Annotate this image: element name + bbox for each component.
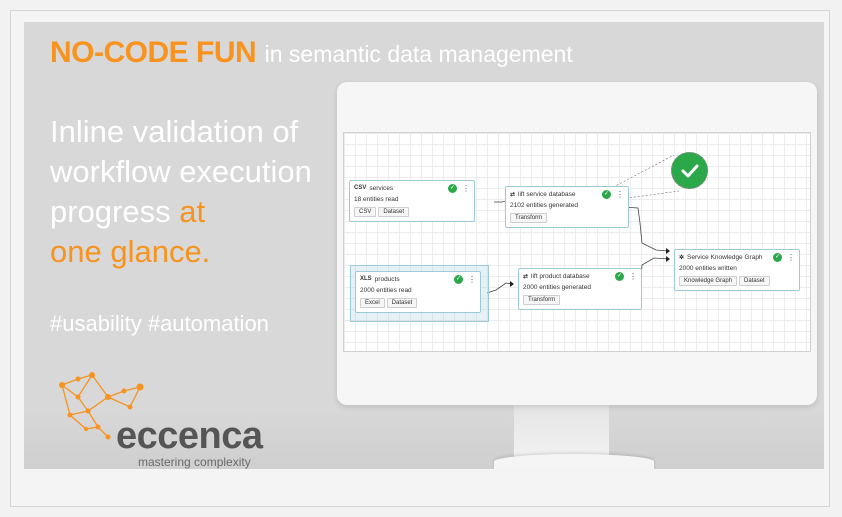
kebab-menu-icon[interactable]: ⋮ [616, 190, 624, 199]
node-title: lift product database [531, 272, 590, 280]
headline-rest: in semantic data management [264, 41, 573, 67]
transform-icon: ⇄ [523, 273, 529, 280]
hashtags: #usability #automation [50, 311, 269, 336]
kebab-menu-icon[interactable]: ⋮ [787, 253, 795, 262]
workflow-node-products[interactable]: XLS products ✓ ⋮ 2000 entities read Exce… [355, 271, 481, 313]
kebab-menu-icon[interactable]: ⋮ [462, 184, 470, 193]
monitor-base [494, 454, 654, 469]
knowledge-graph-icon: ✲ [679, 254, 685, 261]
eccenca-logo: eccenca mastering complexity [48, 367, 288, 469]
kebab-menu-icon[interactable]: ⋮ [629, 272, 637, 281]
node-tag: Dataset [739, 276, 770, 286]
workflow-node-lift-product-database[interactable]: ⇄ lift product database ✓ ⋮ 2000 entitie… [518, 268, 642, 310]
headline: NO-CODE FUN in semantic data management [50, 36, 573, 70]
workflow-node-services[interactable]: CSV services ✓ ⋮ 18 entities read CSV Da… [349, 180, 475, 222]
check-circle-icon: ✓ [602, 189, 611, 199]
arrow-head-2 [510, 281, 514, 287]
csv-icon: CSV [354, 185, 367, 191]
monitor: CSV services ✓ ⋮ 18 entities read CSV Da… [337, 82, 817, 405]
tagline-line-3-orange: at [179, 194, 206, 229]
node-tag: CSV [354, 207, 377, 217]
node-title: Service Knowledge Graph [687, 253, 763, 261]
node-entity-count: 18 entities read [354, 196, 399, 203]
workflow-node-lift-service-database[interactable]: ⇄ lift service database ✓ ⋮ 2102 entitie… [505, 186, 629, 228]
headline-highlight: NO-CODE FUN [50, 36, 257, 69]
connection-lift-service-kg [622, 206, 670, 252]
tagline-line-3: progress at [50, 192, 350, 232]
node-tag: Knowledge Graph [679, 276, 738, 286]
node-title: services [369, 184, 394, 192]
check-circle-icon: ✓ [773, 252, 782, 262]
connection-products-lift-product [486, 282, 514, 294]
node-title: products [374, 275, 400, 283]
check-circle-icon: ✓ [615, 271, 624, 281]
xls-icon: XLS [360, 276, 372, 282]
node-entity-count: 2000 entities read [360, 287, 412, 294]
workflow-editor-canvas[interactable]: CSV services ✓ ⋮ 18 entities read CSV Da… [343, 132, 811, 352]
tagline: Inline validation of workflow execution … [50, 112, 350, 272]
tagline-line-3-white: progress [50, 194, 180, 229]
tagline-line-4: one glance. [50, 234, 211, 269]
arrow-head-3 [666, 248, 670, 254]
logo-wordmark: eccenca [116, 415, 263, 457]
node-tag: Transform [510, 213, 548, 223]
tagline-line-1: Inline validation of [50, 114, 299, 149]
monitor-stand [514, 405, 609, 460]
promo-banner: NO-CODE FUN in semantic data management … [24, 22, 824, 469]
logo-subtitle: mastering complexity [138, 455, 251, 469]
workflow-node-service-knowledge-graph[interactable]: ✲ Service Knowledge Graph ✓ ⋮ 2000 entit… [674, 249, 800, 291]
kebab-menu-icon[interactable]: ⋮ [468, 275, 476, 284]
node-tag: Excel [360, 298, 385, 308]
tagline-line-2: workflow execution [50, 154, 312, 189]
node-entity-count: 2102 entities generated [510, 202, 578, 209]
node-entity-count: 2000 entities written [679, 265, 737, 272]
transform-icon: ⇄ [510, 191, 516, 198]
node-tag: Dataset [386, 298, 418, 308]
node-title: lift service database [518, 190, 576, 198]
node-entity-count: 2000 entities generated [523, 284, 591, 291]
node-tag: Transform [523, 295, 561, 305]
node-tag: Dataset [378, 207, 410, 217]
check-circle-icon: ✓ [448, 183, 457, 193]
check-circle-icon: ✓ [454, 274, 463, 284]
arrow-head-4 [666, 256, 670, 262]
large-check-circle-icon [671, 152, 708, 189]
